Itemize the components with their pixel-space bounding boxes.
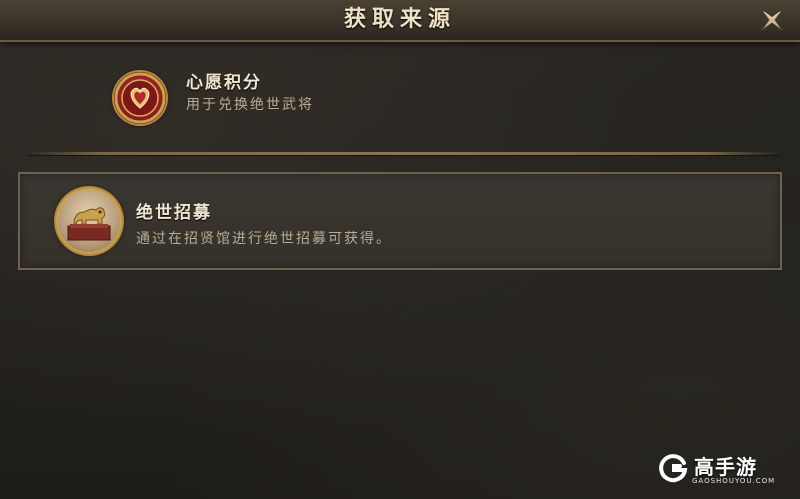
dialog-title: 获取来源 <box>343 7 456 32</box>
close-button[interactable] <box>758 6 786 34</box>
source-dialog: 获取来源 心愿积分 用于兑换绝世武将 绝世招募 通过在招贤馆进行绝世招募可获得。… <box>0 0 800 499</box>
close-icon <box>761 9 783 31</box>
source-title: 绝世招募 <box>136 203 212 223</box>
watermark-brand: 高手游 <box>694 455 757 479</box>
watermark: 高手游 GAOSHOUYOU.COM <box>658 451 788 491</box>
source-description: 通过在招贤馆进行绝世招募可获得。 <box>136 231 392 247</box>
source-item-peerless-recruit[interactable]: 绝世招募 通过在招贤馆进行绝世招募可获得。 <box>18 172 782 270</box>
g-logo-icon <box>659 454 688 483</box>
source-description: 用于兑换绝世武将 <box>186 97 314 113</box>
source-item-wish-points[interactable]: 心愿积分 用于兑换绝世武将 <box>100 56 790 144</box>
source-title: 心愿积分 <box>186 73 262 93</box>
heart-coin-icon <box>114 72 166 124</box>
divider <box>28 152 780 155</box>
watermark-site: GAOSHOUYOU.COM <box>692 477 776 485</box>
golden-beast-seal-icon <box>56 188 122 254</box>
dialog-header: 获取来源 <box>0 0 800 42</box>
